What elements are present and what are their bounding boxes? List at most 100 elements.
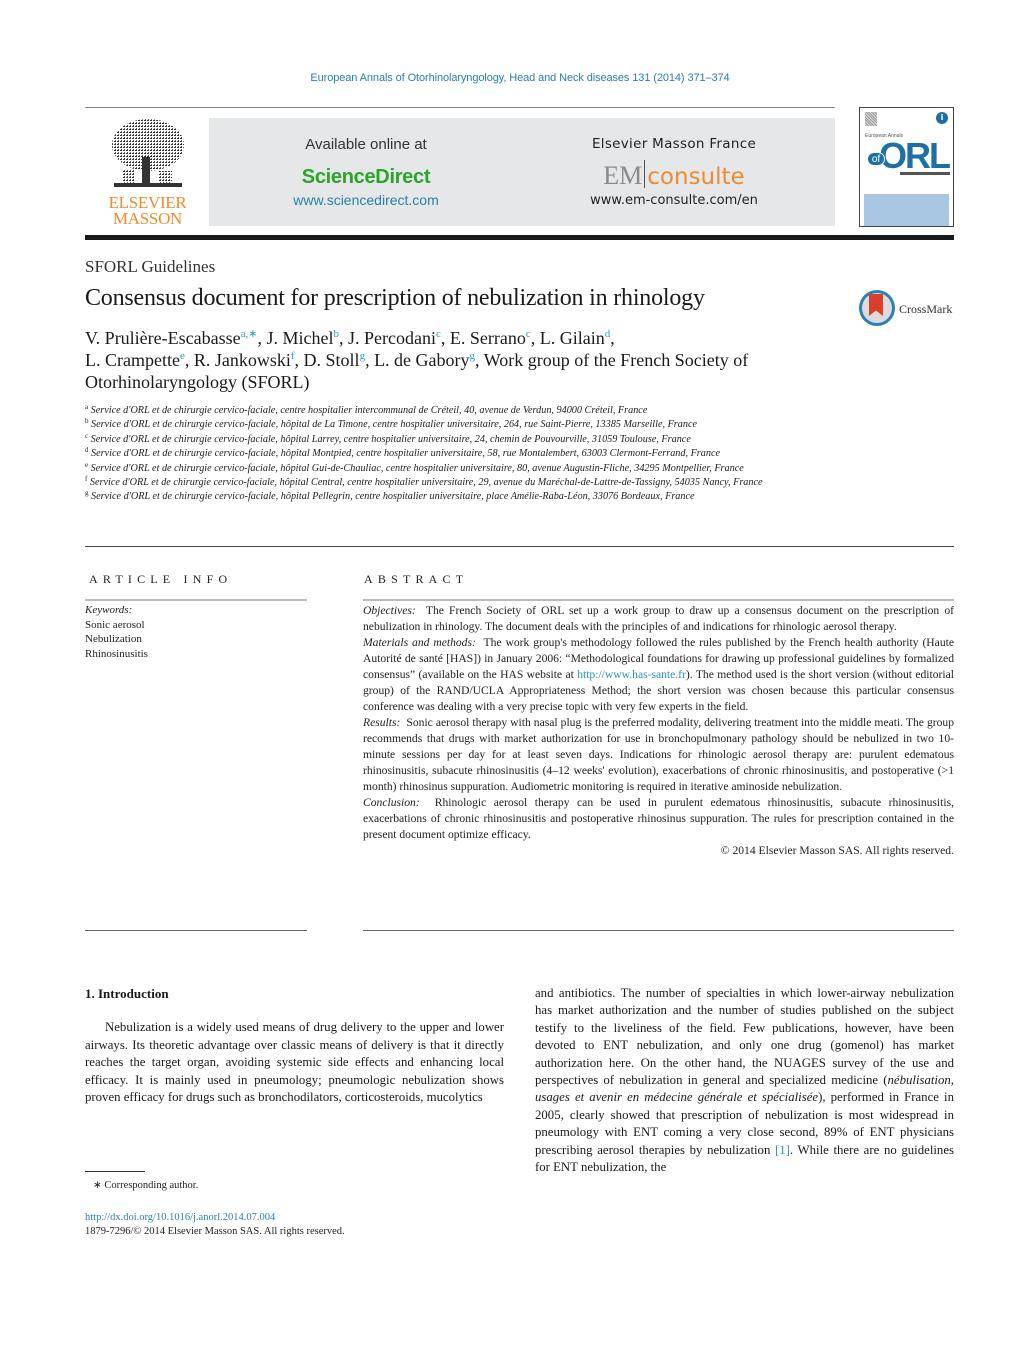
affiliation-item: e Service d'ORL et de chirurgie cervico-… — [85, 460, 825, 476]
abstract-bottom-divider — [363, 930, 954, 931]
section-label: SFORL Guidelines — [85, 257, 216, 276]
keywords-block: Keywords: Sonic aerosol Nebulization Rhi… — [85, 603, 148, 661]
affiliation-key: a — [85, 403, 89, 411]
author-name[interactable]: L. Crampette — [85, 350, 180, 370]
author-name[interactable]: E. Serrano — [450, 328, 526, 348]
abstract-conclusion: Conclusion: Rhinologic aerosol therapy c… — [363, 795, 954, 843]
methods-label: Materials and methods: — [363, 636, 476, 649]
affiliation-item: d Service d'ORL et de chirurgie cervico-… — [85, 447, 825, 461]
article-info-heading: ARTICLE INFO — [89, 572, 233, 586]
affiliation-key: d — [85, 446, 89, 455]
citation-link[interactable]: [1] — [775, 1143, 790, 1157]
conclusion-label: Conclusion: — [363, 796, 420, 809]
keyword-item: Sonic aerosol — [85, 618, 145, 631]
affiliation-text: Service d'ORL et de chirurgie cervico-fa… — [90, 462, 744, 474]
author-affiliation-mark[interactable]: a,∗ — [241, 328, 258, 340]
author-name[interactable]: J. Percodani — [348, 328, 436, 348]
author-name[interactable]: L. de Gabory — [374, 350, 469, 370]
has-website-link[interactable]: http://www.has-sante.fr — [577, 668, 686, 681]
tree-icon — [112, 119, 184, 187]
issn-copyright: 1879-7296/© 2014 Elsevier Masson SAS. Al… — [85, 1226, 345, 1237]
affiliations-divider — [85, 546, 954, 547]
body-paragraph: Nebulization is a widely used means of d… — [85, 1020, 504, 1105]
results-label: Results: — [363, 716, 401, 729]
affiliation-item: f Service d'ORL et de chirurgie cervico-… — [85, 476, 825, 490]
results-text: Sonic aerosol therapy with nasal plug is… — [363, 716, 955, 793]
top-divider — [85, 107, 835, 108]
author-separator: , — [294, 350, 304, 370]
section-heading-introduction: 1. Introduction — [85, 986, 169, 1001]
sciencedirect-link[interactable]: www.sciencedirect.com — [209, 192, 523, 208]
abstract-results: Results: Sonic aerosol therapy with nasa… — [363, 715, 954, 795]
author-separator: , — [475, 350, 484, 370]
abstract-heading: ABSTRACT — [364, 572, 469, 586]
affiliation-item: a Service d'ORL et de chirurgie cervico-… — [85, 404, 825, 418]
abstract-objectives: Objectives: The French Society of ORL se… — [363, 603, 954, 635]
author-separator: , — [365, 350, 375, 370]
sciencedirect-logo[interactable]: ScienceDirect — [209, 166, 523, 189]
footnote-divider — [85, 1171, 145, 1172]
cover-image-panel — [864, 194, 949, 226]
emconsulte-link[interactable]: www.em-consulte.com/en — [539, 193, 809, 208]
abstract-copyright: © 2014 Elsevier Masson SAS. All rights r… — [720, 844, 954, 857]
crossmark-button[interactable]: CrossMark — [859, 290, 959, 330]
author-separator: , — [184, 350, 194, 370]
body-text: and antibiotics. The number of specialti… — [535, 986, 954, 1088]
author-name[interactable]: J. Michel — [266, 328, 333, 348]
affiliation-item: c Service d'ORL et de chirurgie cervico-… — [85, 431, 825, 447]
affiliation-key: g — [85, 489, 89, 498]
cover-subtitle-bar — [900, 172, 950, 175]
cover-title-text: ORL — [879, 135, 951, 176]
emconsulte-logo[interactable]: EM consulte — [539, 160, 809, 191]
logo-divider — [644, 160, 646, 188]
consulte-logo-text: consulte — [647, 164, 745, 190]
author-separator: , — [610, 328, 615, 348]
author-name[interactable]: R. Jankowski — [194, 350, 291, 370]
keyword-item: Nebulization — [85, 633, 142, 645]
em-logo-text: EM — [603, 161, 643, 190]
affiliation-key: e — [85, 460, 89, 469]
affiliation-text: Service d'ORL et de chirurgie cervico-fa… — [91, 419, 697, 431]
abstract-divider — [363, 599, 954, 601]
paper-title: Consensus document for prescription of n… — [85, 285, 705, 311]
keywords-label: Keywords: — [85, 604, 133, 616]
affiliation-key: f — [85, 475, 88, 484]
affiliation-text: Service d'ORL et de chirurgie cervico-fa… — [90, 433, 691, 445]
abstract-body: Objectives: The French Society of ORL se… — [363, 603, 954, 859]
elsevier-masson-france-label: Elsevier Masson France — [591, 136, 757, 152]
crossmark-label: CrossMark — [899, 302, 953, 316]
author-name[interactable]: D. Stoll — [304, 350, 360, 370]
doi-link[interactable]: http://dx.doi.org/10.1016/j.anorl.2014.0… — [85, 1212, 275, 1223]
author-name[interactable]: V. Prulière-Escabasse — [85, 328, 241, 348]
body-column-right: and antibiotics. The number of specialti… — [535, 985, 954, 1176]
affiliation-text: Service d'ORL et de chirurgie cervico-fa… — [91, 448, 721, 460]
affiliation-text: Service d'ORL et de chirurgie cervico-fa… — [90, 405, 648, 416]
keyword-item: Rhinosinusitis — [85, 647, 148, 660]
cover-of-badge: of — [867, 152, 885, 166]
corresponding-author-footnote: ∗ Corresponding author. — [93, 1180, 199, 1191]
elsevier-mini-logo-icon — [865, 112, 877, 126]
author-separator: , — [440, 328, 450, 348]
affiliation-key: c — [85, 431, 89, 440]
conclusion-text: Rhinologic aerosol therapy can be used i… — [363, 796, 955, 841]
objectives-text: The French Society of ORL set up a work … — [363, 604, 955, 633]
objectives-label: Objectives: — [363, 604, 416, 617]
affiliation-item: b Service d'ORL et de chirurgie cervico-… — [85, 418, 825, 432]
info-badge-icon: i — [936, 112, 948, 124]
affiliation-text: Service d'ORL et de chirurgie cervico-fa… — [91, 491, 695, 503]
author-separator: , — [530, 328, 540, 348]
article-info-divider — [85, 599, 307, 601]
availability-banner: Available online at ScienceDirect www.sc… — [209, 118, 835, 226]
journal-citation[interactable]: European Annals of Otorhinolaryngology, … — [0, 72, 1020, 84]
affiliation-key: b — [85, 417, 89, 426]
affiliation-list: a Service d'ORL et de chirurgie cervico-… — [85, 404, 825, 505]
masson-wordmark: MASSON — [112, 209, 183, 228]
article-info-bottom-divider — [85, 930, 307, 931]
available-online-label: Available online at — [305, 136, 427, 153]
author-name[interactable]: L. Gilain — [540, 328, 605, 348]
affiliation-item: g Service d'ORL et de chirurgie cervico-… — [85, 490, 825, 504]
author-separator: , — [338, 328, 348, 348]
journal-cover-thumbnail[interactable]: i European Annals ORL of — [859, 107, 954, 227]
body-column-left: 1. Introduction Nebulization is a widely… — [85, 985, 504, 1106]
author-list: V. Prulière-Escabassea,∗, J. Michelb, J.… — [85, 327, 845, 393]
